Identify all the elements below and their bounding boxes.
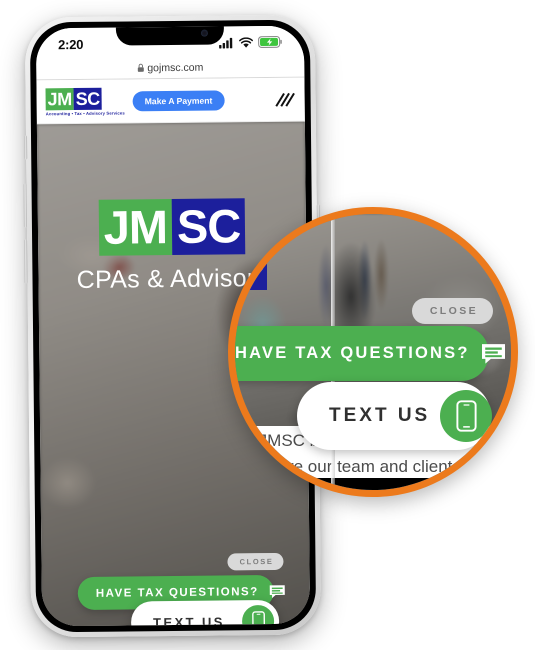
speech-bubble-icon xyxy=(480,342,507,365)
chat-close-row: CLOSE xyxy=(41,552,309,573)
magnifier-bezel-bar xyxy=(275,478,493,490)
front-camera-icon xyxy=(200,29,208,37)
have-tax-questions-label: HAVE TAX QUESTIONS? xyxy=(95,585,259,600)
site-header: JM SC Accounting • Tax • Advisory Servic… xyxy=(36,77,305,125)
text-us-label: TEXT US xyxy=(153,613,225,627)
browser-address-bar[interactable]: gojmsc.com xyxy=(36,55,305,81)
chat-close-button[interactable]: CLOSE xyxy=(227,552,284,571)
phone-volume-down-button[interactable] xyxy=(24,239,28,284)
magnifier-body-line-2: spire our team and clients to xyxy=(266,457,480,477)
lock-icon xyxy=(137,63,144,72)
hero-logo: JM SC xyxy=(98,198,246,256)
wifi-icon xyxy=(239,36,253,48)
text-us-button[interactable]: TEXT US xyxy=(130,599,280,627)
magnifier-zoom-circle: C JMSC builds relationships that spire o… xyxy=(228,207,518,497)
magnifier-white-row: TEXT US xyxy=(297,382,493,450)
mobile-phone-icon xyxy=(241,604,275,627)
status-time: 2:20 xyxy=(57,36,84,52)
cellular-signal-icon xyxy=(219,37,234,48)
status-indicators xyxy=(219,35,282,49)
site-logo-mark: JM SC xyxy=(45,87,124,110)
hero-logo-jm: JM xyxy=(98,199,173,256)
magnifier-close-row: CLOSE xyxy=(411,298,493,324)
logo-text-sc: SC xyxy=(73,87,102,110)
phone-volume-up-button[interactable] xyxy=(23,183,27,228)
magnifier-green-row: HAVE TAX QUESTIONS? xyxy=(235,326,505,381)
speech-bubble-icon xyxy=(269,584,286,599)
hamburger-slanted-icon[interactable] xyxy=(272,89,296,109)
magnified-have-tax-questions-button[interactable]: HAVE TAX QUESTIONS? xyxy=(235,326,505,381)
magnified-text-us-button[interactable]: TEXT US xyxy=(297,382,493,450)
magnified-text-us-label: TEXT US xyxy=(329,405,431,426)
url-text: gojmsc.com xyxy=(147,61,204,74)
phone-silent-switch[interactable] xyxy=(23,135,28,160)
magnified-have-tax-questions-label: HAVE TAX QUESTIONS? xyxy=(235,344,470,362)
status-bar: 2:20 xyxy=(35,25,305,59)
battery-charging-icon xyxy=(258,35,282,49)
make-a-payment-button[interactable]: Make A Payment xyxy=(132,89,225,111)
logo-tagline: Accounting • Tax • Advisory Services xyxy=(45,109,125,116)
magnifier-logo-fragment: C xyxy=(235,232,267,290)
logo-text-jm: JM xyxy=(45,87,74,110)
phone-notch xyxy=(115,25,225,46)
mobile-phone-icon xyxy=(440,390,493,442)
site-logo[interactable]: JM SC Accounting • Tax • Advisory Servic… xyxy=(45,87,125,116)
chat-widget: CLOSE HAVE TAX QUESTIONS? TEXT US xyxy=(41,552,310,627)
magnified-chat-close-button[interactable]: CLOSE xyxy=(411,298,493,324)
